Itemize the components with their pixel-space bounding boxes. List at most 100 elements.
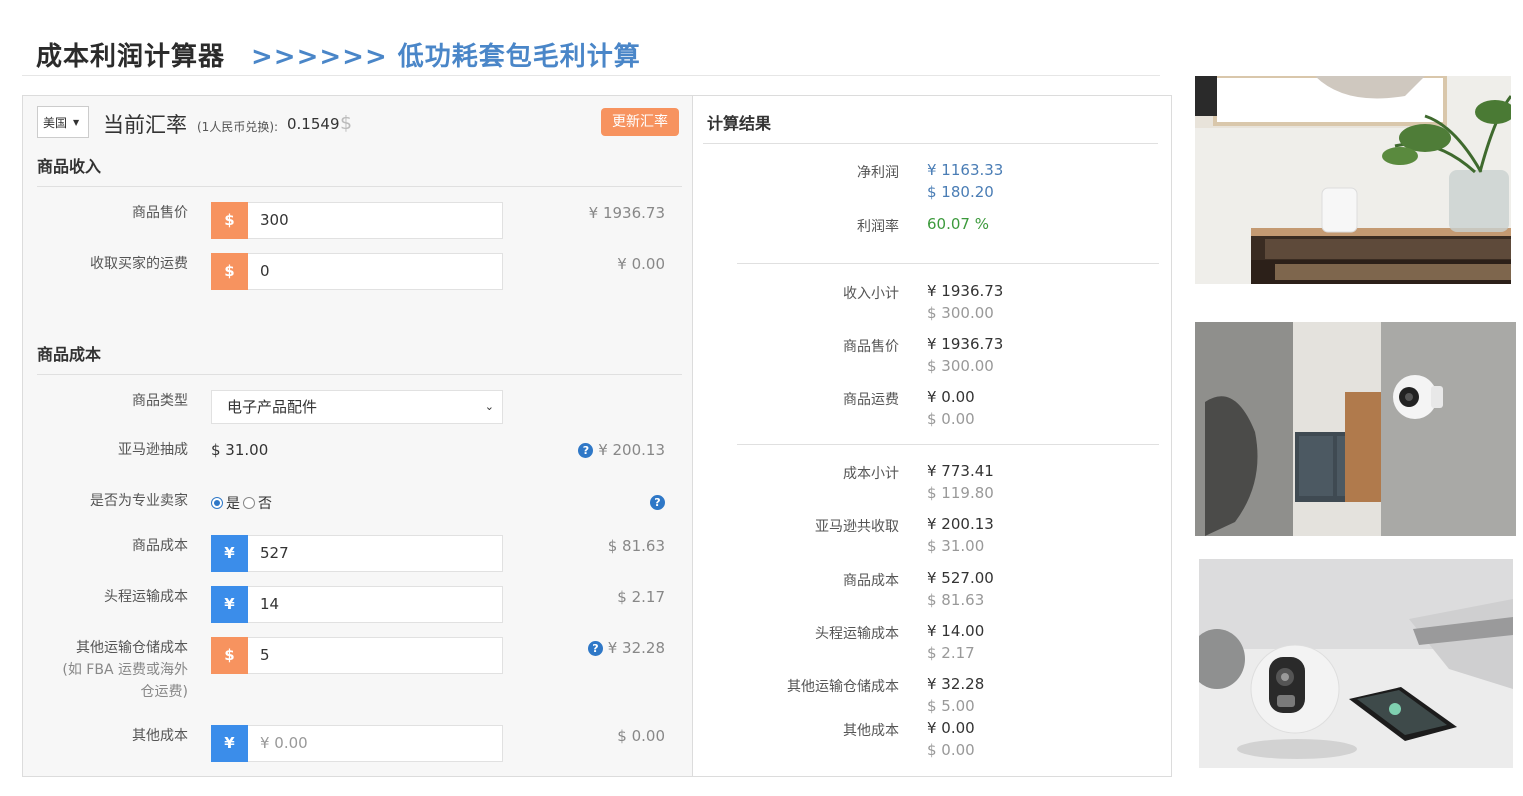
- page-subtitle: >>>>>> 低功耗套包毛利计算: [251, 42, 641, 72]
- net-profit-label: 净利润: [857, 165, 899, 181]
- margin-label: 利润率: [857, 219, 899, 235]
- result-usd: $ 300.00: [927, 304, 994, 322]
- sale-price-input[interactable]: 300: [248, 202, 503, 239]
- country-value: 美国: [43, 115, 68, 130]
- currency-addon: $: [211, 637, 248, 674]
- currency-addon: $: [211, 253, 248, 290]
- help-icon[interactable]: ?: [587, 641, 603, 656]
- page-title: 成本利润计算器: [36, 42, 226, 72]
- result-usd: $ 0.00: [927, 741, 975, 759]
- result-label: 成本小计: [843, 466, 899, 482]
- other-cost-input[interactable]: ¥ 0.00: [248, 725, 503, 762]
- result-cny: ¥ 32.28: [927, 675, 985, 693]
- commission-label: 亚马逊抽成: [118, 442, 188, 458]
- result-usd: $ 81.63: [927, 591, 985, 609]
- buyer-shipping-converted: ¥ 0.00: [617, 255, 665, 273]
- margin-value: 60.07 %: [927, 215, 989, 233]
- help-icon[interactable]: ?: [650, 495, 665, 510]
- currency-addon: ¥: [211, 535, 248, 572]
- result-cny: ¥ 1936.73: [927, 335, 1004, 353]
- currency-addon: ¥: [211, 586, 248, 623]
- result-usd: $ 300.00: [927, 357, 994, 375]
- pro-seller-no-radio[interactable]: [243, 497, 255, 509]
- results-divider: [737, 444, 1159, 445]
- pro-seller-yes-label: 是: [226, 496, 240, 512]
- other-cost-converted: $ 0.00: [617, 727, 665, 745]
- product-type-label: 商品类型: [132, 393, 188, 409]
- result-label: 其他运输仓储成本: [787, 679, 899, 695]
- chevron-down-icon: ⌄: [484, 400, 494, 413]
- other-shipping-note: (如 FBA 运费或海外: [62, 662, 188, 678]
- product-photo-speaker: [1195, 76, 1511, 284]
- results-title: 计算结果: [707, 114, 772, 133]
- result-usd: $ 0.00: [927, 410, 975, 428]
- result-label: 亚马逊共收取: [815, 519, 899, 535]
- commission-value: $ 31.00: [211, 441, 269, 459]
- currency-addon: $: [211, 202, 248, 239]
- results-divider: [703, 143, 1158, 144]
- results-panel: 计算结果 净利润 ¥ 1163.33 $ 180.20 利润率 60.07 % …: [693, 96, 1171, 776]
- result-usd: $ 2.17: [927, 644, 975, 662]
- help-icon[interactable]: ?: [578, 443, 594, 458]
- other-shipping-converted: ¥ 32.28: [607, 639, 665, 657]
- result-cny: ¥ 200.13: [927, 515, 994, 533]
- dollar-icon: $: [340, 112, 353, 134]
- result-cny: ¥ 14.00: [927, 622, 985, 640]
- results-divider: [737, 263, 1159, 264]
- sale-price-label: 商品售价: [132, 205, 188, 221]
- currency-addon: ¥: [211, 725, 248, 762]
- result-usd: $ 119.80: [927, 484, 994, 502]
- result-label: 商品运费: [843, 392, 899, 408]
- other-cost-label: 其他成本: [132, 728, 188, 744]
- other-shipping-label-text: 其他运输仓储成本: [76, 640, 188, 656]
- country-select[interactable]: 美国 ▼: [37, 106, 89, 138]
- buyer-shipping-input[interactable]: 0: [248, 253, 503, 290]
- first-leg-shipping-converted: $ 2.17: [617, 588, 665, 606]
- result-label: 收入小计: [843, 286, 899, 302]
- result-label: 其他成本: [843, 723, 899, 739]
- result-label: 商品售价: [843, 339, 899, 355]
- exchange-rate-title: 当前汇率: [103, 113, 187, 137]
- product-type-value: 电子产品配件: [227, 398, 318, 416]
- result-cny: ¥ 0.00: [927, 719, 975, 737]
- result-cny: ¥ 527.00: [927, 569, 994, 587]
- cost-section-title: 商品成本: [37, 345, 102, 364]
- header-divider: [22, 75, 1160, 76]
- other-shipping-converted-wrap: ? ¥ 32.28: [543, 639, 665, 657]
- net-profit-cny: ¥ 1163.33: [927, 161, 1004, 179]
- result-cny: ¥ 773.41: [927, 462, 994, 480]
- product-cost-label: 商品成本: [132, 538, 188, 554]
- result-label: 商品成本: [843, 573, 899, 589]
- input-panel: 美国 ▼ 当前汇率 (1人民币兑换): 0.1549 $ 更新汇率 商品收入 商…: [23, 96, 693, 776]
- pro-seller-yes-radio[interactable]: [211, 497, 223, 509]
- product-cost-input[interactable]: 527: [248, 535, 503, 572]
- result-cny: ¥ 1936.73: [927, 282, 1004, 300]
- other-shipping-label: 其他运输仓储成本 (如 FBA 运费或海外 仓运费): [23, 637, 188, 703]
- buyer-shipping-label: 收取买家的运费: [90, 256, 188, 272]
- product-photo-wall-camera: [1195, 322, 1516, 536]
- other-shipping-note-2: 仓运费): [140, 684, 188, 700]
- product-photo-camera-phone: [1199, 559, 1513, 768]
- result-usd: $ 5.00: [927, 697, 975, 715]
- other-shipping-input[interactable]: 5: [248, 637, 503, 674]
- product-type-select[interactable]: 电子产品配件 ⌄: [211, 390, 503, 424]
- sale-price-converted: ¥ 1936.73: [588, 204, 665, 222]
- result-label: 头程运输成本: [815, 626, 899, 642]
- pro-seller-no-label: 否: [258, 496, 272, 512]
- exchange-rate-note: (1人民币兑换):: [197, 120, 279, 134]
- commission-converted: ¥ 200.13: [598, 441, 665, 459]
- page-header: 成本利润计算器 >>>>>> 低功耗套包毛利计算: [36, 36, 641, 76]
- first-leg-shipping-input[interactable]: 14: [248, 586, 503, 623]
- exchange-rate-value: 0.1549: [287, 115, 340, 133]
- pro-seller-radio-group: 是 否: [211, 493, 272, 513]
- result-cny: ¥ 0.00: [927, 388, 975, 406]
- cost-divider: [37, 374, 682, 375]
- pro-seller-label: 是否为专业卖家: [90, 493, 188, 509]
- commission-converted-wrap: ? ¥ 200.13: [543, 441, 665, 459]
- income-section-title: 商品收入: [37, 157, 102, 176]
- income-divider: [37, 186, 682, 187]
- calculator-panel: 美国 ▼ 当前汇率 (1人民币兑换): 0.1549 $ 更新汇率 商品收入 商…: [22, 95, 1172, 777]
- first-leg-shipping-label: 头程运输成本: [104, 589, 188, 605]
- update-rate-button[interactable]: 更新汇率: [601, 108, 679, 136]
- product-cost-converted: $ 81.63: [607, 537, 665, 555]
